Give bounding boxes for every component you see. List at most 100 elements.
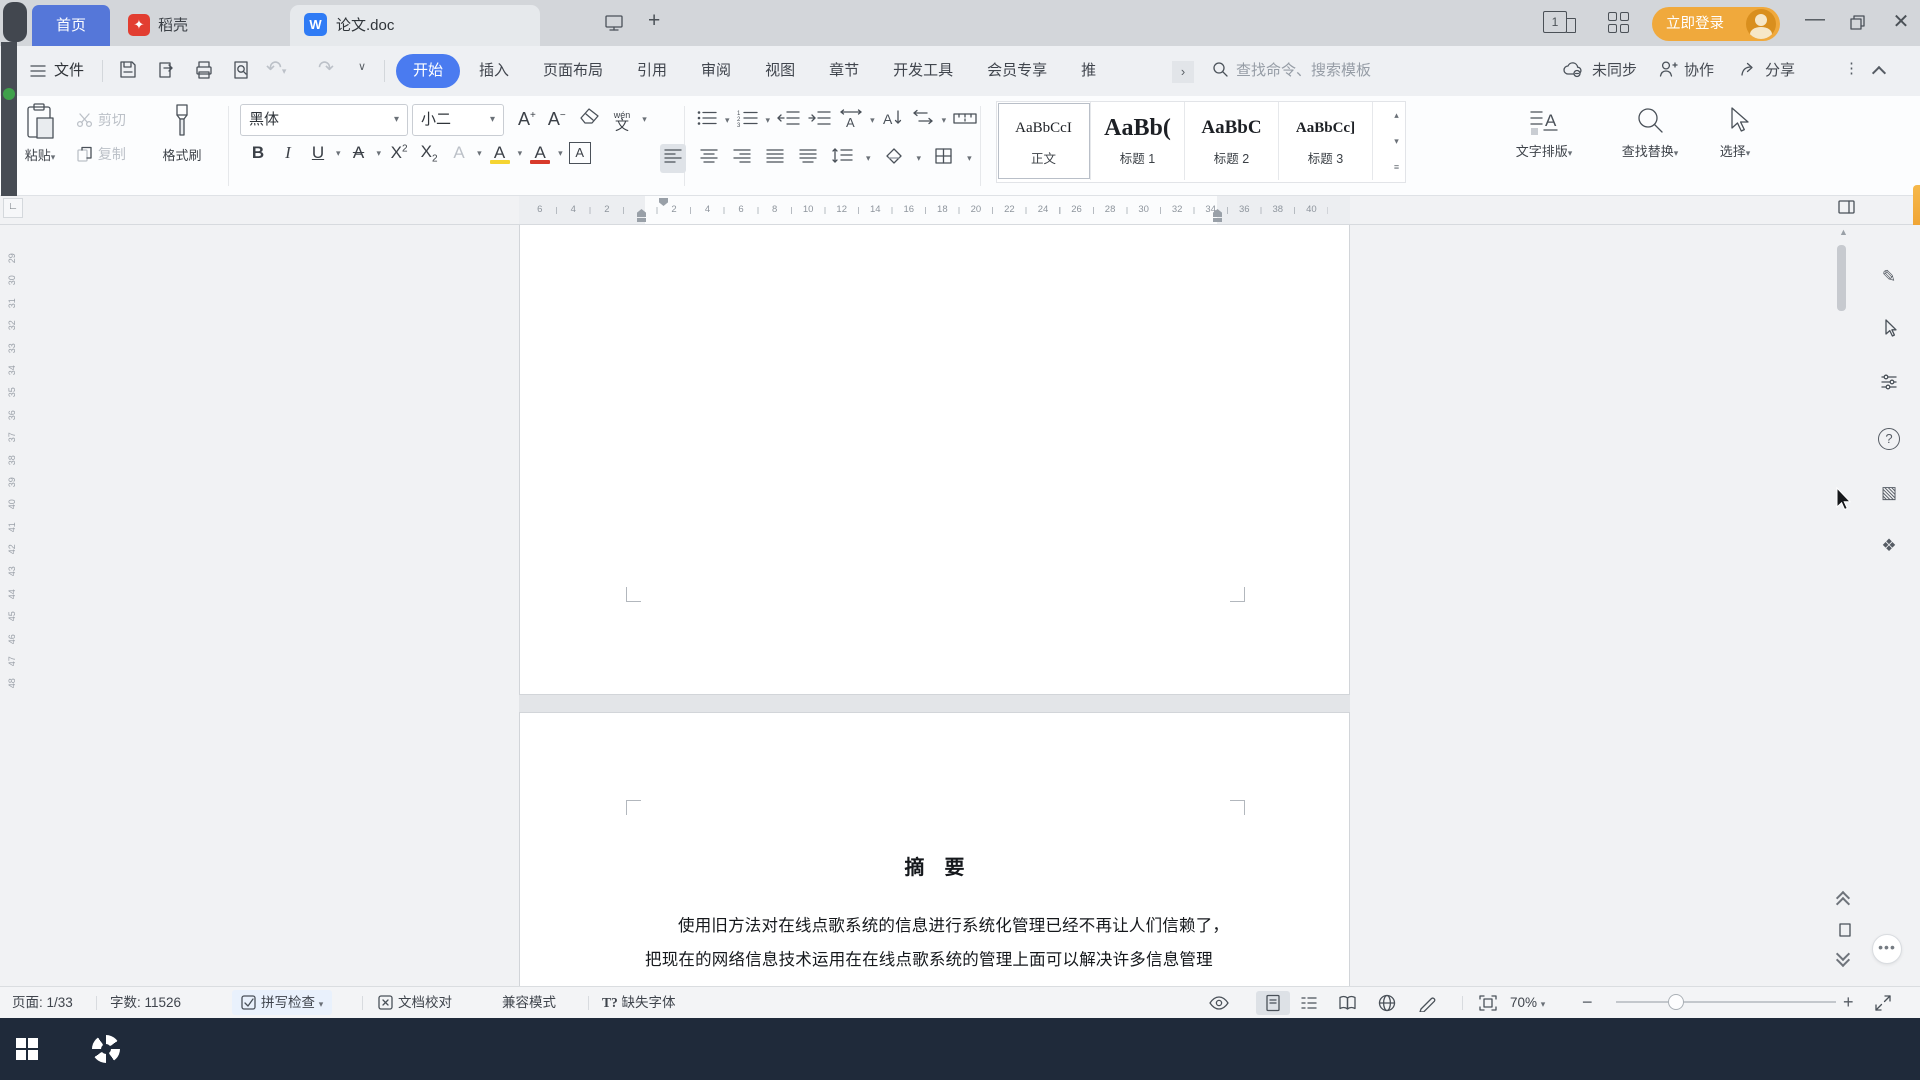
zoom-slider-track[interactable] xyxy=(1616,1001,1836,1003)
align-distribute-icon[interactable] xyxy=(798,147,818,170)
monitor-icon[interactable] xyxy=(604,13,624,38)
font-name-select[interactable]: 黑体▾ xyxy=(240,104,408,136)
find-replace-button[interactable]: 查找替换▾ xyxy=(1608,104,1692,160)
cut-button[interactable]: 剪切 xyxy=(76,110,126,130)
zoom-slider-handle[interactable] xyxy=(1668,994,1684,1010)
apps-grid-icon[interactable] xyxy=(1608,12,1630,34)
web-view-icon[interactable] xyxy=(1378,994,1396,1017)
previous-page-button[interactable] xyxy=(1838,893,1848,909)
edit-pen-icon[interactable]: ✎ xyxy=(1878,266,1900,288)
decrease-indent-icon[interactable] xyxy=(777,109,801,132)
text-direction-icon[interactable]: A xyxy=(882,108,904,133)
select-button[interactable]: 选择▾ xyxy=(1706,104,1764,160)
tab-stops-icon[interactable] xyxy=(953,109,977,132)
menu-tab[interactable]: 开发工具 xyxy=(876,46,970,96)
tab-docer[interactable]: ✦稻壳 xyxy=(118,5,228,46)
subscript-icon[interactable]: X2 xyxy=(417,142,441,164)
increase-font-icon[interactable]: A+ xyxy=(518,109,536,130)
fit-page-icon[interactable] xyxy=(1478,994,1498,1017)
tab-selector-box[interactable]: ∟ xyxy=(3,198,23,218)
sidebar-toggle-icon[interactable] xyxy=(1838,199,1856,220)
print-icon[interactable] xyxy=(192,59,216,83)
pointer-tool-icon[interactable] xyxy=(1878,318,1900,340)
fullscreen-icon[interactable] xyxy=(1874,994,1892,1017)
italic-icon[interactable]: I xyxy=(276,143,300,163)
align-center-icon[interactable] xyxy=(699,147,719,170)
tab-home-ribbon[interactable]: 开始 xyxy=(396,54,460,88)
font-color-caret[interactable]: ▾ xyxy=(558,148,563,159)
format-painter-button[interactable]: 格式刷 xyxy=(152,102,212,164)
side-dock-handle[interactable] xyxy=(3,2,27,42)
menu-tab[interactable]: 视图 xyxy=(748,46,812,96)
export-icon[interactable] xyxy=(154,59,178,83)
menu-tab[interactable]: 章节 xyxy=(812,46,876,96)
chart-tool-icon[interactable]: ▧ xyxy=(1878,482,1900,504)
browser-360-icon[interactable] xyxy=(92,1035,120,1063)
word-count[interactable]: 字数: 11526 xyxy=(110,987,181,1018)
spellcheck-toggle[interactable]: 拼写检查 ▾ xyxy=(232,990,332,1015)
zoom-out-button[interactable]: − xyxy=(1582,987,1593,1018)
underline-icon[interactable]: U xyxy=(306,143,330,163)
numbered-list-caret[interactable]: ▾ xyxy=(766,115,771,126)
bold-icon[interactable]: B xyxy=(246,143,270,163)
menu-tab[interactable]: 插入 xyxy=(462,46,526,96)
decrease-font-icon[interactable]: A− xyxy=(548,109,566,130)
minimize-button[interactable]: — xyxy=(1800,8,1830,31)
window-count-icon[interactable]: 1 xyxy=(1543,11,1576,33)
style-cell[interactable]: AaBbCcI 正文 xyxy=(997,102,1091,180)
more-tools-button[interactable]: ••• xyxy=(1872,934,1902,964)
align-right-icon[interactable] xyxy=(732,147,752,170)
proofing-button[interactable]: 文档校对 xyxy=(378,987,452,1018)
borders-caret[interactable]: ▾ xyxy=(967,153,972,164)
adjust-sliders-icon[interactable] xyxy=(1878,373,1900,395)
command-search[interactable]: 查找命令、搜索模板 xyxy=(1212,46,1371,96)
line-spacing-icon[interactable] xyxy=(831,147,853,170)
style-cell[interactable]: AaBbC 标题 2 xyxy=(1185,102,1279,180)
strikethrough-icon[interactable]: A xyxy=(347,143,371,163)
increase-indent-icon[interactable] xyxy=(808,109,832,132)
dock-plugin-icon[interactable] xyxy=(3,88,15,100)
line-spacing-caret[interactable]: ▾ xyxy=(866,153,871,164)
outline-view-icon[interactable] xyxy=(1300,994,1318,1017)
help-icon[interactable]: ? xyxy=(1878,428,1900,450)
numbered-list-icon[interactable]: 123 xyxy=(737,109,759,132)
underline-caret[interactable]: ▾ xyxy=(336,148,341,159)
file-menu[interactable]: 文件 xyxy=(54,46,84,96)
borders-icon[interactable] xyxy=(934,147,954,170)
highlight-gray-icon[interactable]: A xyxy=(447,143,471,163)
hamburger-menu-icon[interactable] xyxy=(28,61,48,86)
customize-quick-access-icon[interactable]: ∨ xyxy=(358,60,366,73)
redo-button[interactable]: ↷ xyxy=(318,57,334,80)
shading-caret[interactable]: ▾ xyxy=(917,153,922,164)
page-view-icon[interactable] xyxy=(1264,994,1282,1017)
paste-button[interactable]: 粘贴▾ xyxy=(14,102,66,164)
ribbon-overflow-arrow[interactable]: › xyxy=(1172,61,1194,83)
print-preview-icon[interactable] xyxy=(229,59,253,83)
horizontal-ruler[interactable]: ∟ 64224681012141618202224262830323436384… xyxy=(0,196,1920,225)
copy-button[interactable]: 复制 xyxy=(76,144,126,164)
bullet-list-caret[interactable]: ▾ xyxy=(725,115,730,126)
missing-font-button[interactable]: T? 缺失字体 xyxy=(602,987,676,1018)
strikethrough-caret[interactable]: ▾ xyxy=(377,148,382,159)
style-cell[interactable]: AaBbCc] 标题 3 xyxy=(1279,102,1373,180)
next-page-button[interactable] xyxy=(1838,949,1848,965)
pinyin-guide-caret[interactable]: ▾ xyxy=(642,114,647,125)
shading-icon[interactable] xyxy=(884,147,904,170)
font-size-select[interactable]: 小二▾ xyxy=(412,104,504,136)
character-scale-icon[interactable]: A xyxy=(839,108,863,133)
menu-tab[interactable]: 推 xyxy=(1064,46,1113,96)
undo-button[interactable]: ↶▾ xyxy=(266,57,286,80)
tab-document[interactable]: W论文.doc xyxy=(290,5,540,46)
highlight-gray-caret[interactable]: ▾ xyxy=(477,148,482,159)
document-heading[interactable]: 摘 要 xyxy=(519,851,1350,880)
menu-tab[interactable]: 引用 xyxy=(620,46,684,96)
menu-tab[interactable]: 页面布局 xyxy=(526,46,620,96)
menu-tab[interactable]: 审阅 xyxy=(684,46,748,96)
style-cell[interactable]: AaBb( 标题 1 xyxy=(1091,102,1185,180)
zoom-percent[interactable]: 70% ▾ xyxy=(1510,987,1545,1020)
superscript-icon[interactable]: X2 xyxy=(387,143,411,163)
avatar[interactable] xyxy=(1746,9,1776,39)
eye-protect-icon[interactable] xyxy=(1208,994,1230,1017)
pinyin-guide-icon[interactable]: wén文 xyxy=(614,110,631,130)
new-tab-button[interactable]: + xyxy=(648,9,660,33)
